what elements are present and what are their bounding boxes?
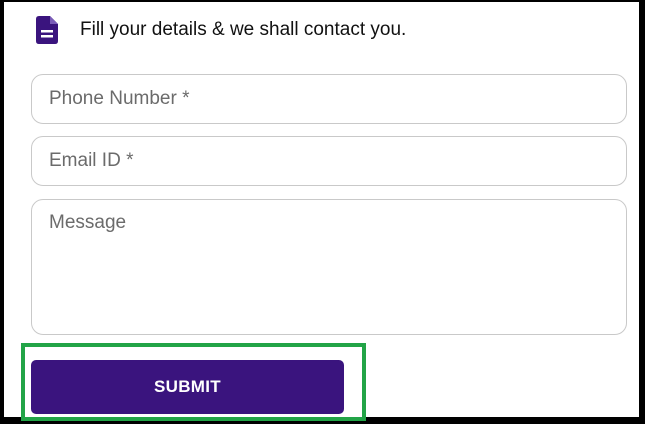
form-header-text: Fill your details & we shall contact you… xyxy=(80,19,407,40)
submit-button[interactable]: SUBMIT xyxy=(31,360,344,414)
email-field[interactable] xyxy=(31,136,627,186)
phone-number-field[interactable] xyxy=(31,74,627,124)
document-icon xyxy=(36,16,58,44)
form-header: Fill your details & we shall contact you… xyxy=(36,16,406,44)
message-field[interactable] xyxy=(31,199,627,335)
